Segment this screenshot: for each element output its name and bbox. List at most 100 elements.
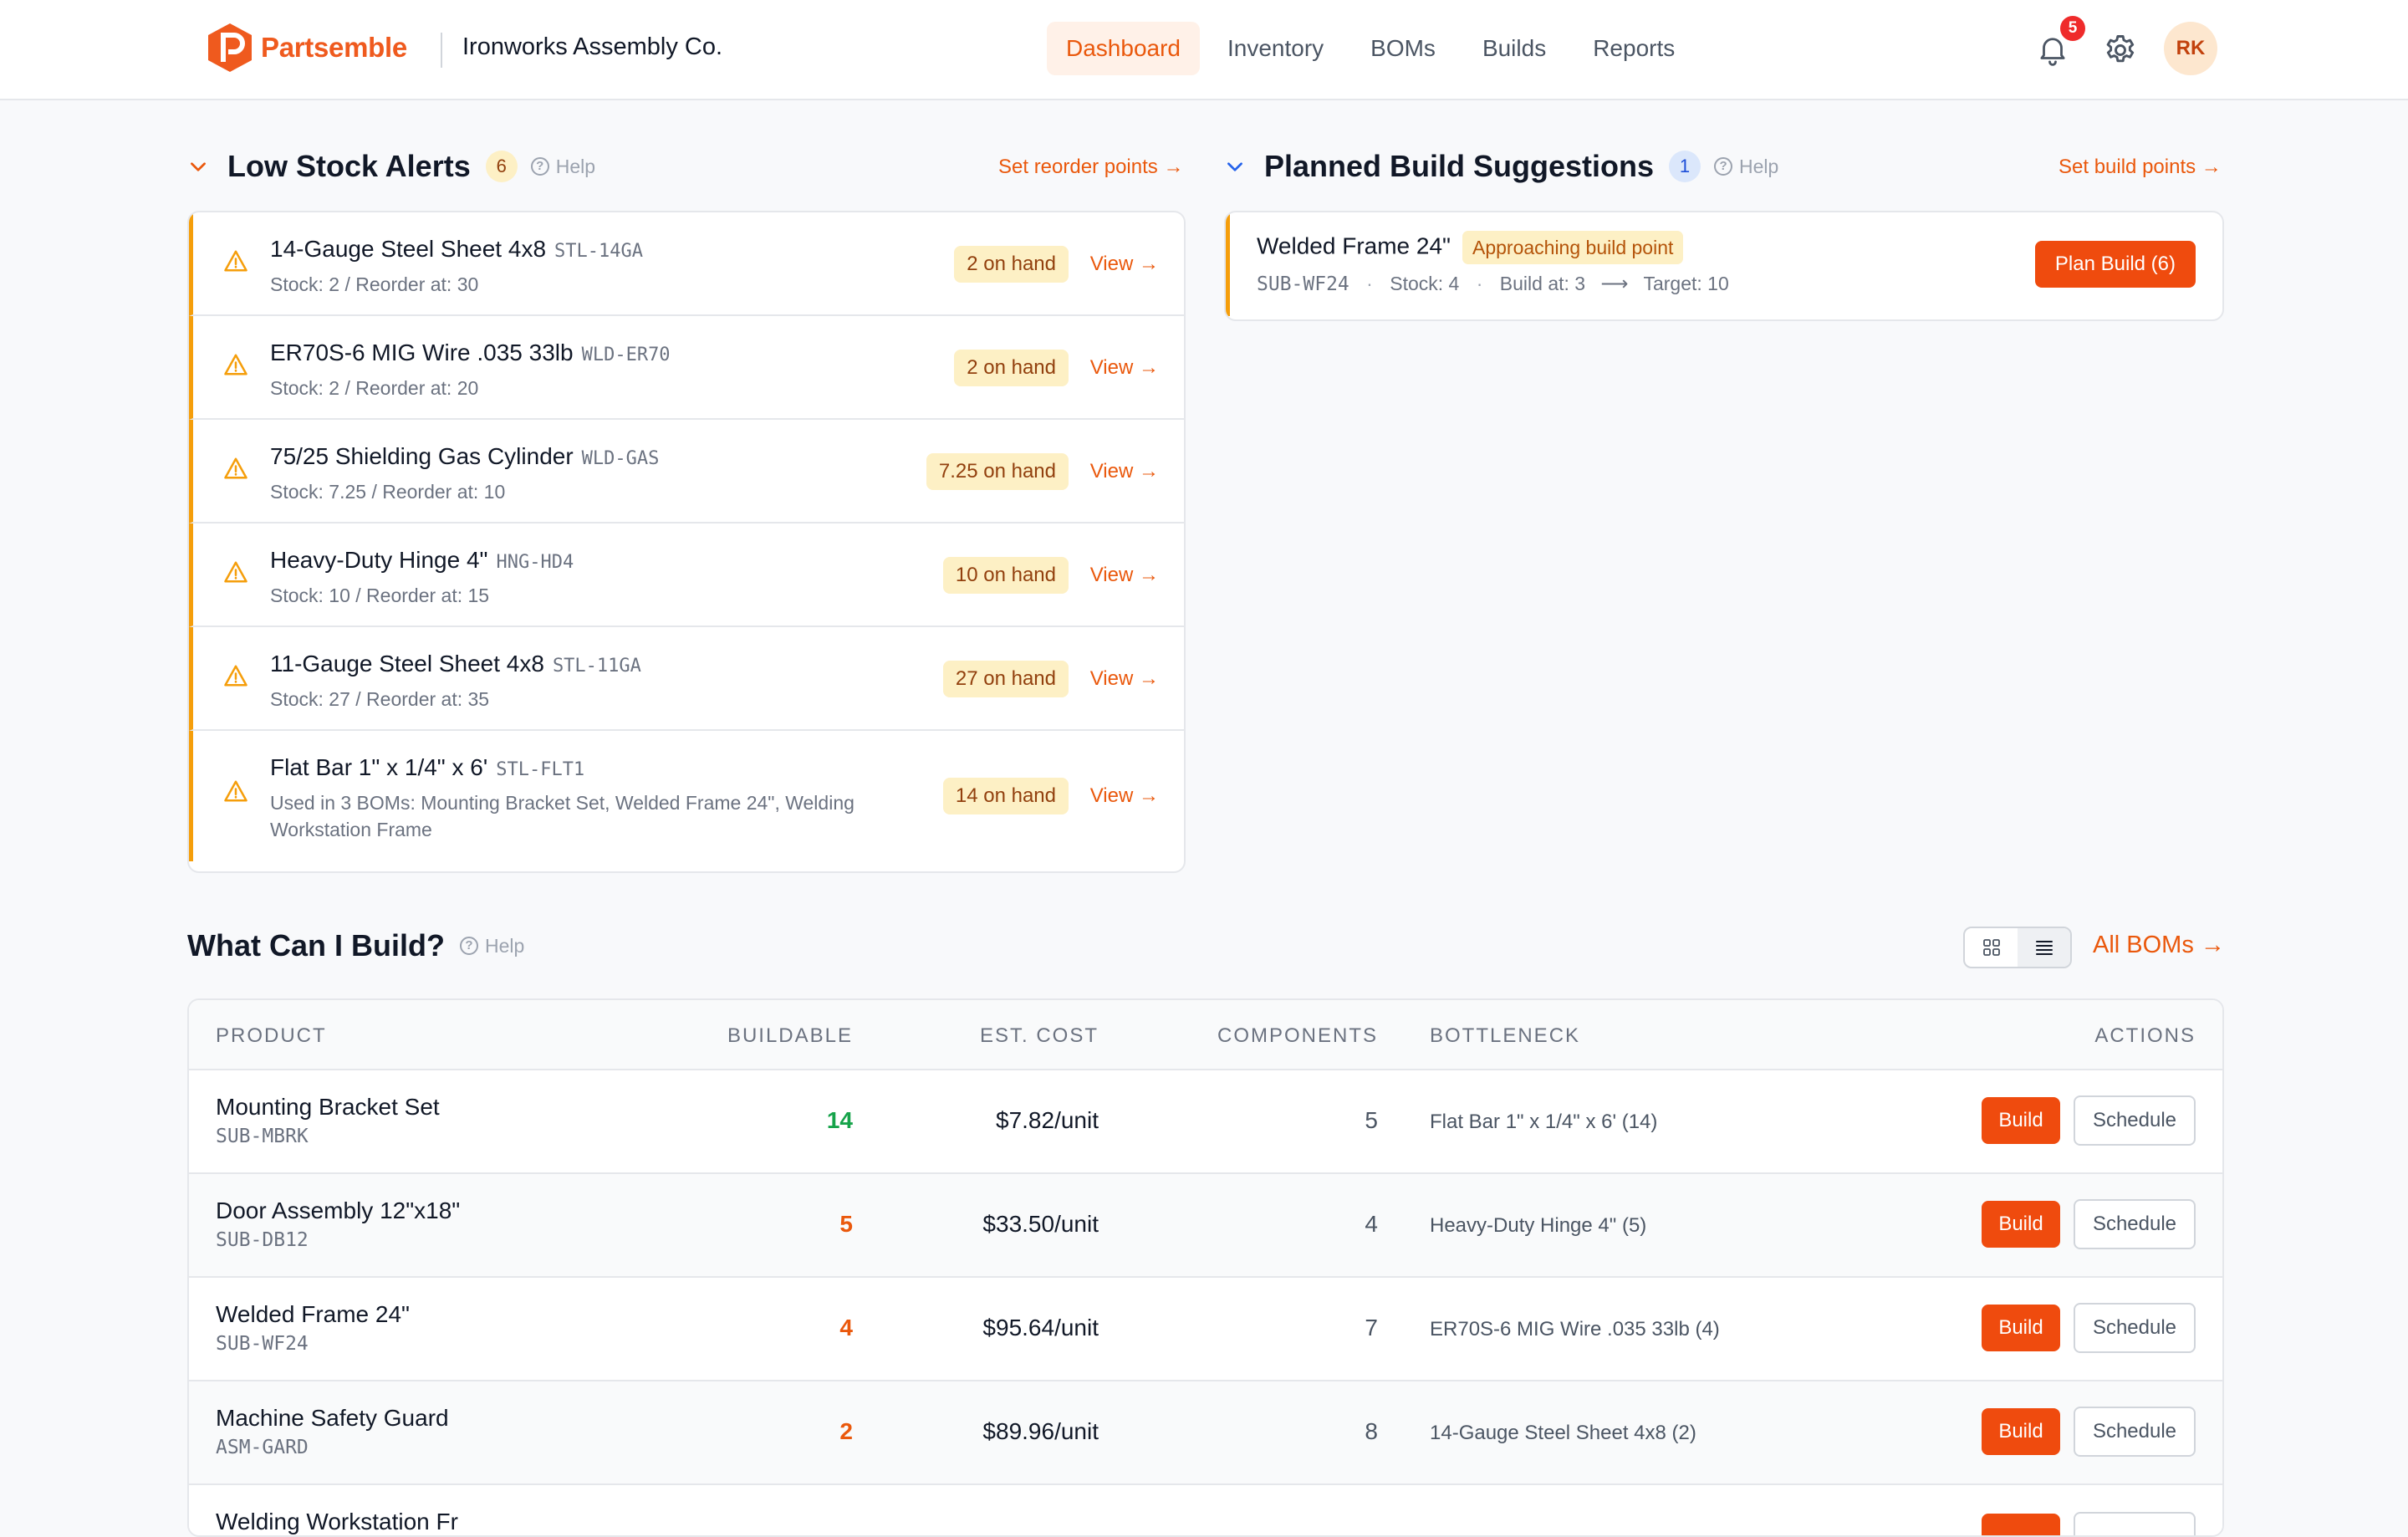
set-build-points-link[interactable]: Set build points → bbox=[2059, 156, 2222, 179]
help-label: Help bbox=[555, 155, 596, 177]
alert-item-stock: Stock: 2 / Reorder at: 20 bbox=[270, 377, 479, 399]
product-name: Door Assembly 12"x18" bbox=[216, 1197, 461, 1223]
item-name: Heavy-Duty Hinge 4" bbox=[270, 547, 488, 573]
column-header-est-cost[interactable]: EST. COST bbox=[980, 1024, 1099, 1048]
bottleneck-item: ER70S-6 MIG Wire .035 33lb (4) bbox=[1430, 1318, 1720, 1340]
set-reorder-points-link[interactable]: Set reorder points → bbox=[998, 156, 1183, 179]
alert-row: 75/25 Shielding Gas Cylinder WLD-GAS Stoc… bbox=[189, 420, 1184, 523]
all-boms-link[interactable]: All BOMs → bbox=[2093, 932, 2225, 959]
table-row[interactable]: Mounting Bracket Set SUB-MBRK 14 $7.82/u… bbox=[189, 1070, 2222, 1174]
on-hand-badge: 2 on hand bbox=[954, 350, 1069, 386]
view-item-link[interactable]: View → bbox=[1090, 784, 1159, 808]
build-button[interactable]: Build bbox=[1982, 1305, 2060, 1351]
schedule-button[interactable]: Schedule bbox=[2074, 1407, 2196, 1457]
item-name: ER70S-6 MIG Wire .035 33lb bbox=[270, 340, 574, 365]
nav-inventory[interactable]: Inventory bbox=[1208, 22, 1343, 75]
warning-icon bbox=[224, 561, 247, 583]
planned-builds-count-badge: 1 bbox=[1669, 151, 1701, 182]
view-item-link[interactable]: View → bbox=[1090, 667, 1159, 691]
approaching-build-point-badge: Approaching build point bbox=[1462, 231, 1684, 264]
low-stock-title: Low Stock Alerts bbox=[227, 149, 471, 183]
user-avatar[interactable]: RK bbox=[2164, 22, 2217, 75]
alert-item-name: 14-Gauge Steel Sheet 4x8 STL-14GA bbox=[270, 236, 643, 263]
schedule-button[interactable] bbox=[2074, 1512, 2196, 1535]
low-stock-help[interactable]: ? Help bbox=[530, 155, 596, 178]
planned-builds-title: Planned Build Suggestions bbox=[1264, 149, 1655, 183]
separator-dot: · bbox=[1476, 273, 1483, 294]
alert-item-name: Flat Bar 1" x 1/4" x 6' STL-FLT1 bbox=[270, 754, 584, 781]
column-header-product[interactable]: PRODUCT bbox=[216, 1024, 327, 1048]
planned-build-sku: SUB-WF24 bbox=[1257, 273, 1349, 295]
view-item-link[interactable]: View → bbox=[1090, 564, 1159, 587]
alert-item-usage: Used in 3 BOMs: Mounting Bracket Set, We… bbox=[270, 792, 855, 840]
component-count: 4 bbox=[1365, 1211, 1378, 1237]
schedule-button[interactable]: Schedule bbox=[2074, 1199, 2196, 1249]
plan-build-button[interactable]: Plan Build (6) bbox=[2034, 241, 2196, 288]
column-header-bottleneck[interactable]: BOTTLENECK bbox=[1430, 1024, 1580, 1048]
warning-icon bbox=[224, 457, 247, 479]
view-item-link[interactable]: View → bbox=[1090, 253, 1159, 276]
table-row[interactable]: Welding Workstation Fr bbox=[189, 1485, 2222, 1535]
top-nav-bar: Partsemble Ironworks Assembly Co. Dashbo… bbox=[0, 0, 2408, 100]
nav-reports[interactable]: Reports bbox=[1574, 22, 1694, 75]
table-header-row: PRODUCT BUILDABLE EST. COST COMPONENTS B… bbox=[189, 1000, 2222, 1070]
what-can-i-build-help[interactable]: ? Help bbox=[459, 935, 524, 957]
item-sku: STL-11GA bbox=[552, 656, 641, 677]
planned-build-title: Welded Frame 24" Approaching build point bbox=[1257, 231, 1684, 264]
planned-build-details: SUB-WF24 · Stock: 4 · Build at: 3 ⟶ Targ… bbox=[1257, 273, 1729, 295]
on-hand-badge: 2 on hand bbox=[954, 246, 1069, 283]
view-item-link[interactable]: View → bbox=[1090, 460, 1159, 483]
list-icon bbox=[2035, 941, 2053, 955]
help-icon: ? bbox=[530, 157, 549, 176]
component-count: 5 bbox=[1365, 1107, 1378, 1133]
product-name: Welding Workstation Fr bbox=[216, 1509, 458, 1534]
low-stock-panel: 14-Gauge Steel Sheet 4x8 STL-14GA Stock: … bbox=[187, 211, 1186, 873]
what-can-i-build-header: What Can I Build? ? Help bbox=[187, 928, 524, 963]
product-sku: SUB-DB12 bbox=[216, 1229, 309, 1251]
brand-logo[interactable]: Partsemble bbox=[206, 22, 407, 74]
view-item-link[interactable]: View → bbox=[1090, 356, 1159, 380]
list-view-button[interactable] bbox=[2018, 928, 2070, 967]
arrow-right-icon: ⟶ bbox=[1600, 273, 1629, 294]
collapse-chevron-icon[interactable] bbox=[1224, 156, 1246, 177]
settings-gear-icon[interactable] bbox=[2102, 32, 2139, 69]
on-hand-badge: 27 on hand bbox=[942, 661, 1069, 697]
alert-item-name: 11-Gauge Steel Sheet 4x8 STL-11GA bbox=[270, 651, 641, 677]
collapse-chevron-icon[interactable] bbox=[187, 156, 209, 177]
warning-icon bbox=[224, 780, 247, 802]
column-header-buildable[interactable]: BUILDABLE bbox=[727, 1024, 853, 1048]
schedule-button[interactable]: Schedule bbox=[2074, 1303, 2196, 1353]
planned-build-name: Welded Frame 24" bbox=[1257, 232, 1451, 259]
nav-builds[interactable]: Builds bbox=[1463, 22, 1565, 75]
build-button[interactable]: Build bbox=[1982, 1097, 2060, 1144]
nav-dashboard[interactable]: Dashboard bbox=[1047, 22, 1200, 75]
header-divider bbox=[441, 33, 442, 68]
alert-row: Flat Bar 1" x 1/4" x 6' STL-FLT1 Used in … bbox=[189, 731, 1184, 861]
grid-view-button[interactable] bbox=[1965, 928, 2018, 967]
column-header-components[interactable]: COMPONENTS bbox=[1217, 1024, 1378, 1048]
table-row[interactable]: Machine Safety Guard ASM-GARD 2 $89.96/u… bbox=[189, 1381, 2222, 1485]
product-sku: ASM-GARD bbox=[216, 1437, 309, 1458]
alert-item-stock: Stock: 7.25 / Reorder at: 10 bbox=[270, 481, 506, 503]
planned-builds-header: Planned Build Suggestions 1 ? Help bbox=[1224, 149, 1778, 184]
item-sku: STL-14GA bbox=[554, 241, 643, 262]
table-row[interactable]: Welded Frame 24" SUB-WF24 4 $95.64/unit … bbox=[189, 1278, 2222, 1381]
build-button[interactable] bbox=[1982, 1514, 2060, 1535]
what-can-i-build-title: What Can I Build? bbox=[187, 928, 445, 963]
nav-boms[interactable]: BOMs bbox=[1351, 22, 1455, 75]
bottleneck-item: Flat Bar 1" x 1/4" x 6' (14) bbox=[1430, 1111, 1658, 1133]
planned-builds-help[interactable]: ? Help bbox=[1714, 156, 1778, 178]
component-count: 8 bbox=[1365, 1418, 1378, 1444]
planned-builds-panel: Welded Frame 24" Approaching build point … bbox=[1224, 211, 2224, 321]
build-button[interactable]: Build bbox=[1982, 1408, 2060, 1455]
bottleneck-item: 14-Gauge Steel Sheet 4x8 (2) bbox=[1430, 1422, 1696, 1444]
item-name: 75/25 Shielding Gas Cylinder bbox=[270, 443, 574, 469]
planned-build-stock: Stock: 4 bbox=[1390, 273, 1460, 294]
build-button[interactable]: Build bbox=[1982, 1201, 2060, 1248]
planned-build-threshold: Build at: 3 bbox=[1499, 273, 1586, 294]
brand-name: Partsemble bbox=[261, 32, 407, 63]
alert-item-stock: Stock: 10 / Reorder at: 15 bbox=[270, 585, 490, 606]
table-row[interactable]: Door Assembly 12"x18" SUB-DB12 5 $33.50/… bbox=[189, 1174, 2222, 1278]
product-sku: SUB-MBRK bbox=[216, 1126, 309, 1147]
schedule-button[interactable]: Schedule bbox=[2074, 1095, 2196, 1146]
